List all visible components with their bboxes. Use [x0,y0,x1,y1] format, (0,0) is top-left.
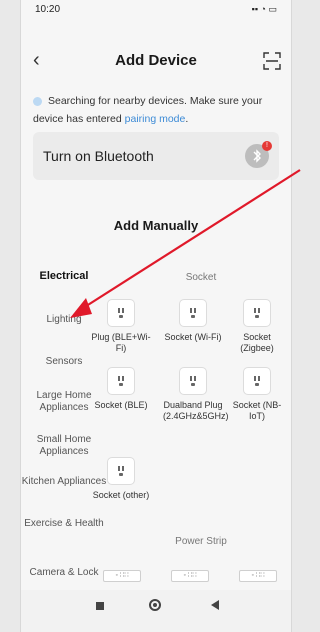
home-icon[interactable] [149,599,161,611]
category-electrical[interactable]: Electrical [21,270,107,282]
recent-apps-icon[interactable] [96,602,104,610]
device-socket-wifi[interactable]: Socket (Wi-Fi) [163,300,223,343]
status-time: 10:20 [35,4,61,15]
device-dualband-plug[interactable]: Dualband Plug (2.4GHz&5GHz) [163,368,229,422]
power-strip-section-title: Power Strip [175,536,227,547]
category-sensors[interactable]: Sensors [21,356,107,368]
device-label: Socket (Zigbee) [240,332,274,353]
socket-icon [244,300,270,326]
power-strip-item[interactable]: ◦ ∷∷ [171,570,209,582]
socket-section-title: Socket [185,272,217,283]
alert-badge: ! [262,141,272,151]
power-strip-item[interactable]: ◦ ∷∷ [103,570,141,582]
device-socket-other[interactable]: Socket (other) [91,458,151,501]
plug-icon [108,300,134,326]
category-small-home-appliances[interactable]: Small Home Appliances [21,434,107,458]
loading-icon [33,96,42,106]
socket-icon [108,368,134,394]
device-socket-ble[interactable]: Socket (BLE) [91,368,151,411]
device-label: Socket (NB-IoT) [232,400,282,421]
device-label: Socket (BLE) [94,400,148,410]
device-label: Plug (BLE+Wi-Fi) [91,332,151,353]
category-camera-lock[interactable]: Camera & Lock [21,567,107,579]
page-title: Add Device [115,52,197,69]
searching-message: Searching for nearby devices. Make sure … [33,92,283,128]
bluetooth-label: Turn on Bluetooth [43,148,154,164]
device-plug-ble-wifi[interactable]: Plug (BLE+Wi-Fi) [91,300,151,354]
status-icons: ▪▪ ◔ ▭ [251,4,277,14]
device-label: Socket (other) [92,490,150,500]
socket-icon [108,458,134,484]
top-bar: ‹ Add Device [21,40,291,80]
device-socket-zigbee[interactable]: Socket (Zigbee) [227,300,287,354]
phone-screen: 10:20 ▪▪ ◔ ▭ ‹ Add Device Searching for … [20,0,292,632]
plug-icon [180,368,206,394]
socket-icon [180,300,206,326]
power-strip-item[interactable]: ◦ ∷∷ [239,570,277,582]
back-nav-icon[interactable] [211,600,219,610]
device-label: Dualband Plug (2.4GHz&5GHz) [163,400,229,421]
bluetooth-icon[interactable]: ! [245,141,272,168]
bluetooth-card[interactable]: Turn on Bluetooth ! [33,132,279,180]
device-socket-nb-iot[interactable]: Socket (NB-IoT) [227,368,287,422]
socket-icon [244,368,270,394]
system-nav-bar [21,590,291,632]
scan-icon[interactable] [263,52,281,70]
add-manually-title: Add Manually [113,218,199,233]
category-exercise-health[interactable]: Exercise & Health [21,518,107,530]
status-bar: 10:20 ▪▪ ◔ ▭ [21,0,291,30]
pairing-mode-link[interactable]: pairing mode [125,113,186,125]
searching-suffix: . [185,113,189,125]
device-label: Socket (Wi-Fi) [164,332,222,342]
